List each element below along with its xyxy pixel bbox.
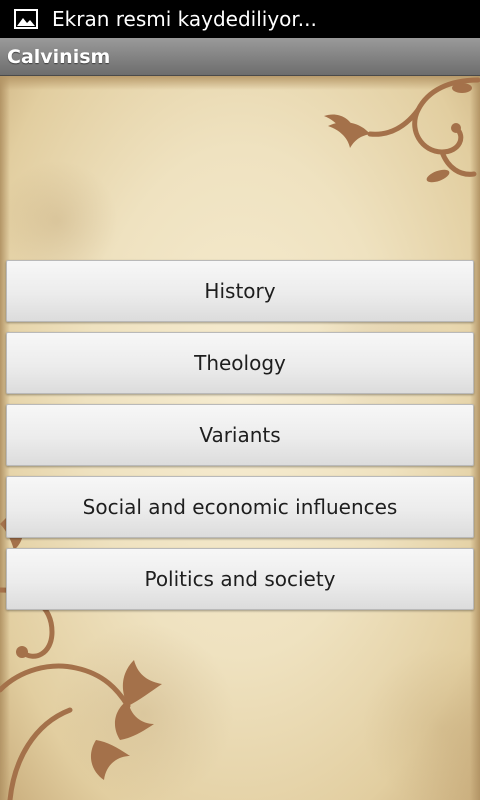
parchment-background: History Theology Variants Social and eco…	[0, 76, 480, 800]
app-title: Calvinism	[7, 45, 111, 68]
notification-text: Ekran resmi kaydediliyor...	[52, 7, 317, 31]
menu-list: History Theology Variants Social and eco…	[6, 260, 474, 620]
app-screen: Ekran resmi kaydediliyor... Calvinism Hi…	[0, 0, 480, 800]
title-bar: Calvinism	[0, 38, 480, 76]
status-bar: Ekran resmi kaydediliyor...	[0, 0, 480, 38]
history-button[interactable]: History	[6, 260, 474, 322]
image-icon	[14, 9, 38, 29]
floral-ornament-icon	[324, 77, 480, 183]
variants-button[interactable]: Variants	[6, 404, 474, 466]
social-economic-influences-button[interactable]: Social and economic influences	[6, 476, 474, 538]
theology-button[interactable]: Theology	[6, 332, 474, 394]
politics-society-button[interactable]: Politics and society	[6, 548, 474, 610]
